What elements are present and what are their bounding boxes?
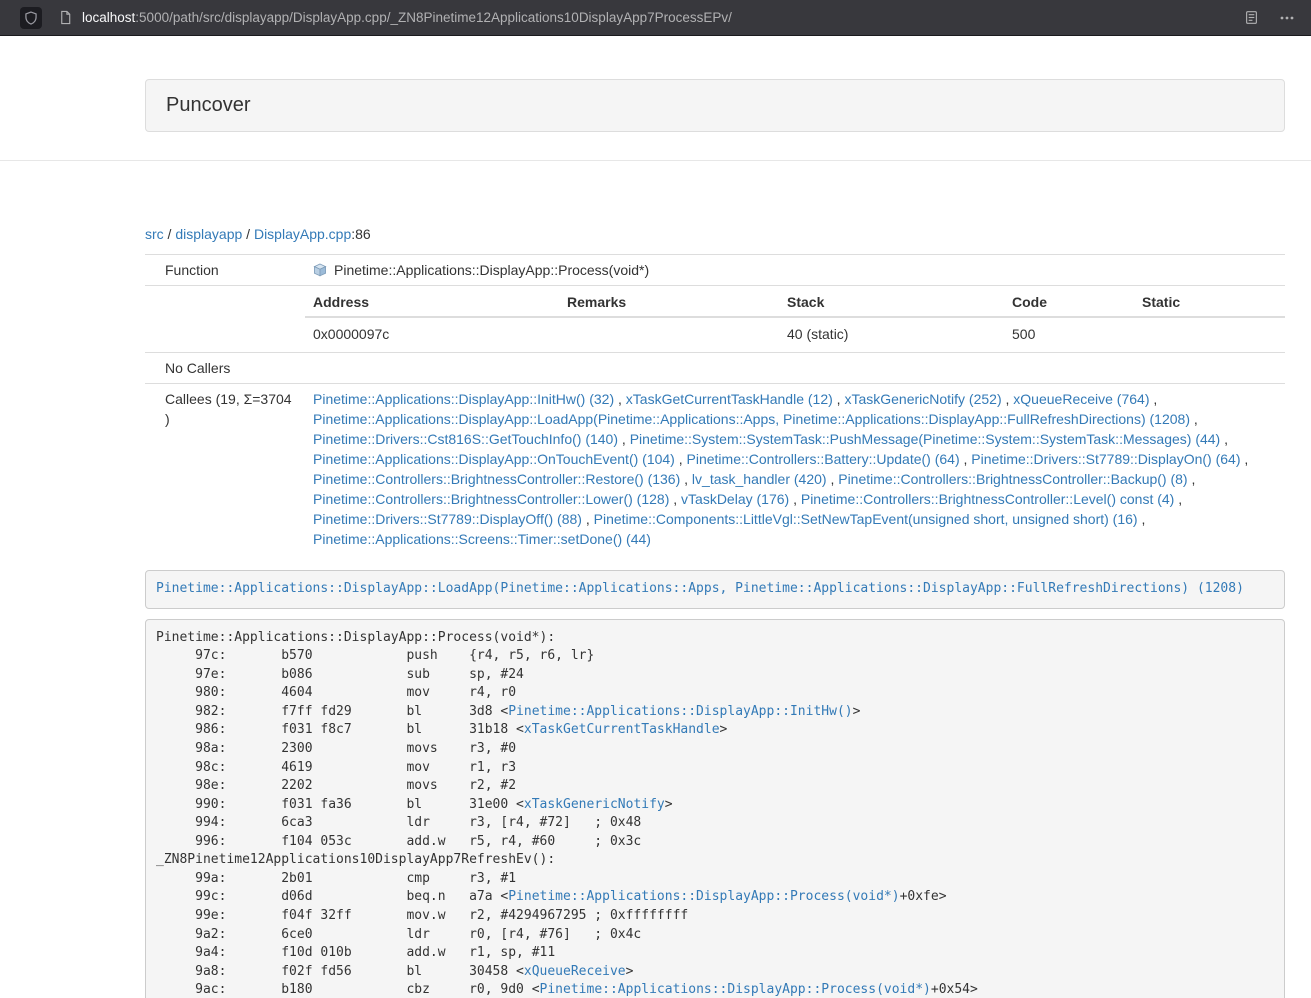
page-title: Puncover <box>166 94 251 116</box>
callee-link[interactable]: Pinetime::Applications::DisplayApp::OnTo… <box>313 451 675 467</box>
disasm-symbol-link[interactable]: xTaskGenericNotify <box>524 797 665 812</box>
column-header-static: Static <box>1134 288 1285 317</box>
disasm-symbol-link[interactable]: Pinetime::Applications::DisplayApp::Init… <box>508 704 852 719</box>
loadapp-reference-link[interactable]: Pinetime::Applications::DisplayApp::Load… <box>156 581 1244 596</box>
metrics-row: Address Remarks Stack Code Static 0x0000… <box>145 286 1285 353</box>
column-header-stack: Stack <box>779 288 1004 317</box>
function-table: Function Pinetime::Applications::Display… <box>145 254 1285 554</box>
disasm-symbol-link[interactable]: xTaskGetCurrentTaskHandle <box>524 722 720 737</box>
callee-link[interactable]: xTaskGetCurrentTaskHandle (12) <box>626 391 833 407</box>
callee-link[interactable]: Pinetime::Drivers::Cst816S::GetTouchInfo… <box>313 431 618 447</box>
callee-link[interactable]: lv_task_handler (420) <box>692 471 827 487</box>
callee-link[interactable]: Pinetime::Applications::DisplayApp::Init… <box>313 391 614 407</box>
disasm-symbol-link[interactable]: xQueueReceive <box>524 964 626 979</box>
shield-icon[interactable] <box>20 7 42 29</box>
app-title-panel: Puncover <box>145 79 1285 132</box>
metrics-table: Address Remarks Stack Code Static 0x0000… <box>305 288 1285 350</box>
disasm-symbol-link[interactable]: Pinetime::Applications::DisplayApp::Proc… <box>540 982 931 997</box>
callees-cell: Pinetime::Applications::DisplayApp::Init… <box>305 384 1285 555</box>
reader-mode-icon[interactable] <box>1244 10 1259 25</box>
breadcrumb: src / displayapp / DisplayApp.cpp:86 <box>145 224 1285 244</box>
column-header-code: Code <box>1004 288 1134 317</box>
more-menu-icon[interactable] <box>1279 11 1295 25</box>
callee-link[interactable]: Pinetime::Applications::DisplayApp::Load… <box>313 411 1190 427</box>
url-path: :5000/path/src/displayapp/DisplayApp.cpp… <box>135 10 732 25</box>
reference-block: Pinetime::Applications::DisplayApp::Load… <box>145 570 1285 609</box>
breadcrumb-link[interactable]: DisplayApp.cpp <box>254 226 351 242</box>
callee-link[interactable]: Pinetime::Applications::Screens::Timer::… <box>313 531 651 547</box>
no-callers-label: No Callers <box>145 353 305 384</box>
column-header-address: Address <box>305 288 559 317</box>
remarks-value <box>559 317 779 350</box>
url-text: localhost:5000/path/src/displayapp/Displ… <box>82 10 732 25</box>
callees-row: Callees (19, Σ=3704 ) Pinetime::Applicat… <box>145 384 1285 555</box>
column-header-remarks: Remarks <box>559 288 779 317</box>
callee-link[interactable]: Pinetime::System::SystemTask::PushMessag… <box>630 431 1221 447</box>
callees-label: Callees (19, Σ=3704 ) <box>145 384 305 555</box>
function-label: Function <box>145 255 305 286</box>
callee-link[interactable]: Pinetime::Components::LittleVgl::SetNewT… <box>594 511 1138 527</box>
url-host: localhost <box>82 10 135 25</box>
breadcrumb-link[interactable]: src <box>145 226 164 242</box>
callee-link[interactable]: xQueueReceive (764) <box>1013 391 1149 407</box>
browser-chrome: localhost:5000/path/src/displayapp/Displ… <box>0 0 1311 36</box>
no-callers-row: No Callers <box>145 353 1285 384</box>
static-value <box>1134 317 1285 350</box>
function-cube-icon <box>313 263 327 277</box>
callee-link[interactable]: Pinetime::Controllers::BrightnessControl… <box>801 491 1174 507</box>
callee-link[interactable]: Pinetime::Controllers::BrightnessControl… <box>838 471 1187 487</box>
code-value: 500 <box>1004 317 1134 350</box>
disasm-symbol-link[interactable]: Pinetime::Applications::DisplayApp::Proc… <box>508 889 899 904</box>
callee-link[interactable]: Pinetime::Controllers::BrightnessControl… <box>313 491 669 507</box>
callee-link[interactable]: vTaskDelay (176) <box>681 491 789 507</box>
callee-link[interactable]: Pinetime::Controllers::BrightnessControl… <box>313 471 680 487</box>
address-value: 0x0000097c <box>305 317 559 350</box>
stack-value: 40 (static) <box>779 317 1004 350</box>
callee-link[interactable]: Pinetime::Drivers::St7789::DisplayOn() (… <box>971 451 1240 467</box>
callee-link[interactable]: Pinetime::Controllers::Battery::Update()… <box>687 451 960 467</box>
function-name: Pinetime::Applications::DisplayApp::Proc… <box>334 260 649 280</box>
url-bar[interactable]: localhost:5000/path/src/displayapp/Displ… <box>58 10 1232 25</box>
disassembly-block: Pinetime::Applications::DisplayApp::Proc… <box>145 619 1285 998</box>
function-row: Function Pinetime::Applications::Display… <box>145 255 1285 286</box>
table-row: 0x0000097c 40 (static) 500 <box>305 317 1285 350</box>
callee-link[interactable]: xTaskGenericNotify (252) <box>844 391 1001 407</box>
callee-link[interactable]: Pinetime::Drivers::St7789::DisplayOff() … <box>313 511 582 527</box>
page-icon <box>58 10 73 25</box>
breadcrumb-link[interactable]: displayapp <box>175 226 242 242</box>
